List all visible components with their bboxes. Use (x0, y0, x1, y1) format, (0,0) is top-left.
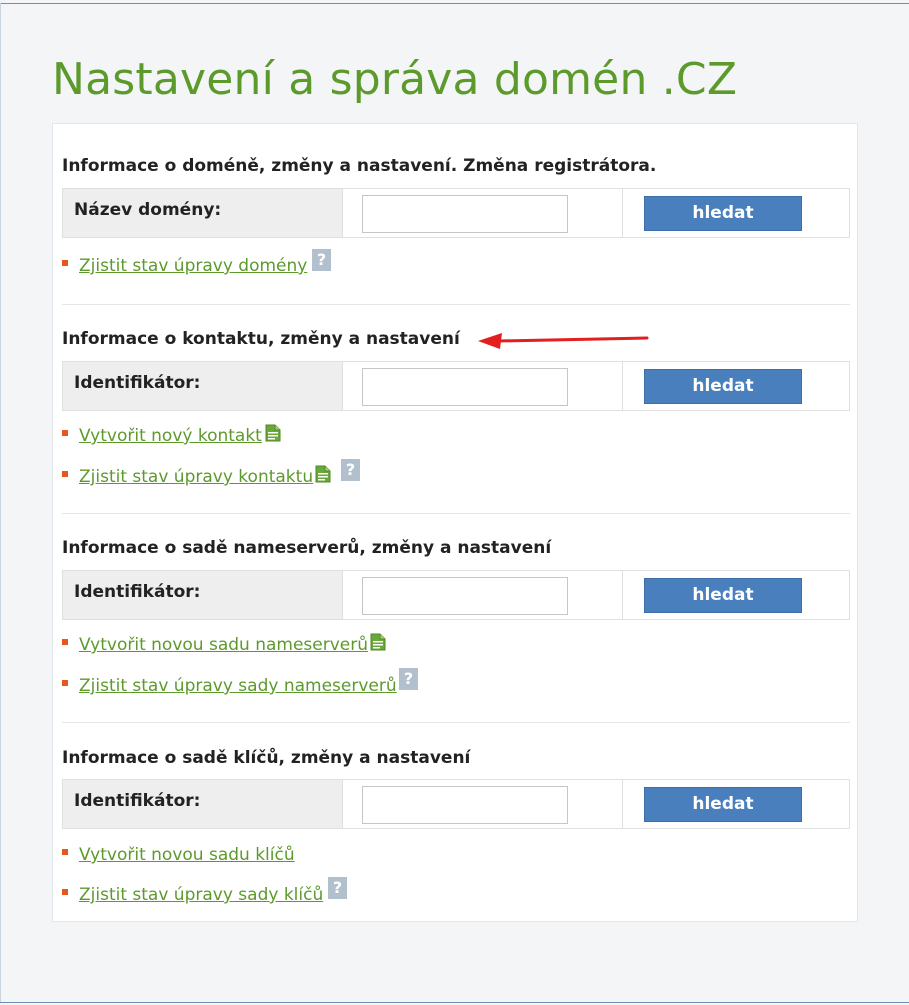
domain-name-input[interactable] (362, 195, 568, 233)
contact-id-label: Identifikátor: (74, 373, 201, 393)
domain-search-button[interactable]: hledat (644, 196, 802, 231)
bullet-icon (62, 889, 68, 895)
section-divider (62, 513, 850, 514)
red-arrow-icon (478, 333, 649, 349)
page-title: Nastavení a správa domén .CZ (52, 54, 738, 105)
link-nsset-status[interactable]: Zjistit stav úpravy sady nameserverů (79, 675, 397, 697)
search-label-cell: Název domény: (63, 189, 343, 237)
keyset-search-row: Identifikátor: hledat (62, 779, 850, 829)
link-new-contact[interactable]: Vytvořit nový kontakt (79, 425, 262, 447)
bullet-icon (62, 680, 68, 686)
keyset-id-input[interactable] (362, 786, 568, 824)
bullet-icon (62, 849, 68, 855)
section-title-domain: Informace o doméně, změny a nastavení. Z… (62, 156, 657, 176)
link-contact-status[interactable]: Zjistit stav úpravy kontaktu (79, 466, 313, 488)
search-label-cell: Identifikátor: (63, 571, 343, 619)
domain-name-label: Název domény: (74, 200, 222, 220)
link-domain-status[interactable]: Zjistit stav úpravy domény (79, 255, 307, 277)
cell-divider (622, 571, 623, 619)
link-new-nsset[interactable]: Vytvořit novou sadu nameserverů (79, 634, 368, 656)
window-left-border (0, 3, 1, 1003)
search-label-cell: Identifikátor: (63, 780, 343, 828)
window-bottom-border (0, 1002, 909, 1003)
domain-search-row: Název domény: hledat (62, 188, 850, 238)
section-divider (62, 304, 850, 305)
cell-divider (622, 189, 623, 237)
keyset-id-label: Identifikátor: (74, 791, 201, 811)
contact-search-row: Identifikátor: hledat (62, 361, 850, 411)
link-new-keyset[interactable]: Vytvořit novou sadu klíčů (79, 844, 295, 866)
document-icon (265, 424, 281, 442)
bullet-icon (62, 471, 68, 477)
nsset-id-input[interactable] (362, 577, 568, 615)
bullet-icon (62, 260, 68, 266)
help-icon[interactable]: ? (341, 459, 360, 481)
nsset-search-button[interactable]: hledat (644, 578, 802, 613)
nsset-id-label: Identifikátor: (74, 582, 201, 602)
cell-divider (622, 362, 623, 410)
nsset-search-row: Identifikátor: hledat (62, 570, 850, 620)
section-title-nameservers: Informace o sadě nameserverů, změny a na… (62, 538, 552, 558)
window-top-border (0, 3, 909, 4)
cell-divider (622, 780, 623, 828)
help-icon[interactable]: ? (328, 877, 347, 899)
domain-management-panel: Informace o doméně, změny a nastavení. Z… (52, 123, 858, 922)
section-title-keysets: Informace o sadě klíčů, změny a nastaven… (62, 748, 471, 768)
contact-id-input[interactable] (362, 368, 568, 406)
bullet-icon (62, 430, 68, 436)
help-icon[interactable]: ? (312, 249, 331, 271)
keyset-search-button[interactable]: hledat (644, 787, 802, 822)
help-icon[interactable]: ? (399, 668, 418, 690)
document-icon (370, 633, 386, 651)
section-divider (62, 722, 850, 723)
search-label-cell: Identifikátor: (63, 362, 343, 410)
link-keyset-status[interactable]: Zjistit stav úpravy sady klíčů (79, 884, 323, 906)
document-icon (315, 465, 331, 483)
bullet-icon (62, 639, 68, 645)
section-title-contact: Informace o kontaktu, změny a nastavení (62, 329, 460, 349)
contact-search-button[interactable]: hledat (644, 369, 802, 404)
